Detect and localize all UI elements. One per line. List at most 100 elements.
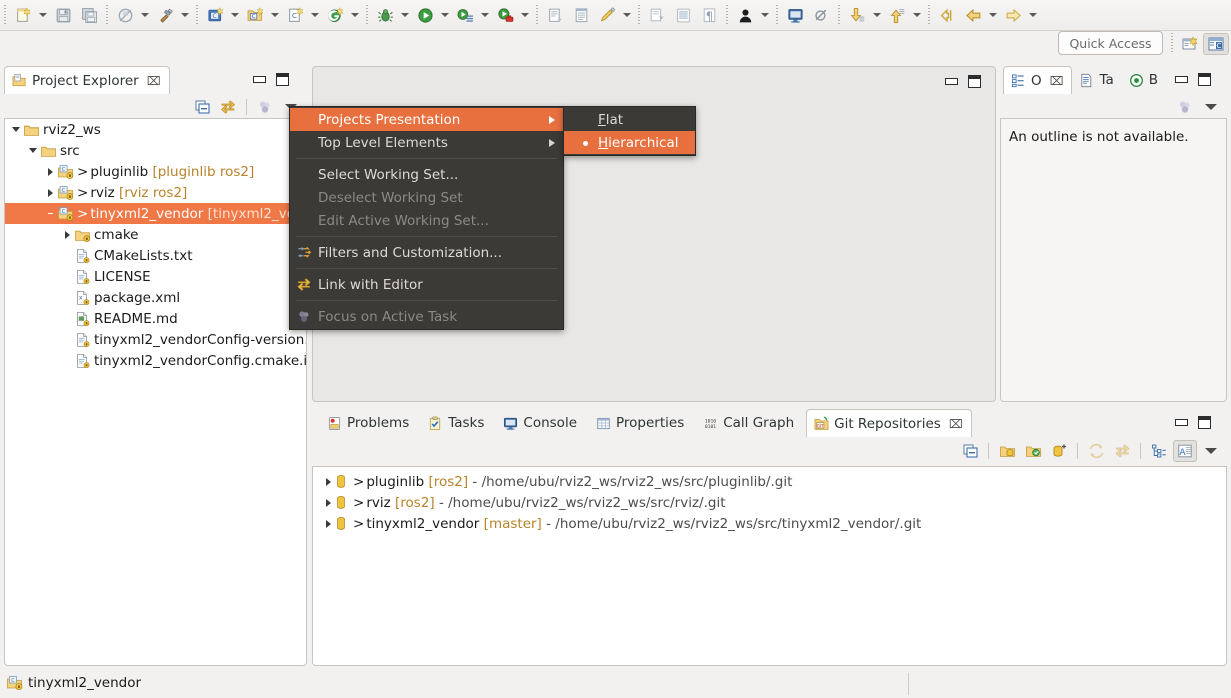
user-menu-dropdown-arrow[interactable]	[758, 2, 772, 28]
run-button[interactable]	[412, 2, 438, 28]
open-element-button[interactable]	[568, 2, 594, 28]
tab-properties[interactable]: Properties	[589, 409, 692, 437]
skip-breakpoints-button[interactable]	[808, 2, 834, 28]
new-wizard-dropdown-arrow[interactable]	[36, 2, 50, 28]
tree-item-tinyxml2-vendorconfig-cmake-in[interactable]: tinyxml2_vendorConfig.cmake.in	[5, 350, 306, 371]
quick-access-field[interactable]: Quick Access	[1058, 31, 1163, 55]
tab-o[interactable]: O ⌧	[1003, 66, 1073, 94]
maximize-icon[interactable]	[968, 75, 981, 88]
collapse-all-button[interactable]	[958, 440, 982, 462]
tab-call-graph[interactable]: 1010 0101 Call Graph	[696, 409, 802, 437]
back-button[interactable]	[960, 2, 986, 28]
run-external-tools-button[interactable]	[452, 2, 478, 28]
collapse-arrow-icon[interactable]	[43, 182, 57, 203]
tab-project-explorer[interactable]: Project Explorer ⌧	[4, 66, 170, 94]
build-hammer-dropdown-arrow[interactable]	[178, 2, 192, 28]
collapse-arrow-icon[interactable]	[321, 492, 335, 513]
run-dropdown-arrow[interactable]	[438, 2, 452, 28]
git-repository-row[interactable]: > pluginlib [ros2] - /home/ubu/rviz2_ws/r…	[313, 471, 1226, 492]
show-whitespace-button[interactable]: ¶	[696, 2, 722, 28]
forward-dropdown-arrow[interactable]	[1026, 2, 1040, 28]
focus-active-task-button[interactable]	[1173, 96, 1197, 118]
minimize-icon[interactable]	[253, 76, 266, 83]
back-dropdown-arrow[interactable]	[986, 2, 1000, 28]
clone-repository-button[interactable]	[1021, 440, 1045, 462]
cpp-perspective-button[interactable]: C	[1203, 33, 1229, 55]
refresh-button[interactable]	[1084, 440, 1108, 462]
create-repository-button[interactable]	[1047, 440, 1071, 462]
new-c-cpp-project-dropdown-arrow[interactable]	[228, 2, 242, 28]
project-explorer-tree[interactable]: rviz2_ws src C > pluginlib [pluginlib ros…	[4, 118, 307, 666]
collapse-arrow-icon[interactable]	[321, 513, 335, 534]
close-icon[interactable]: ⌧	[1050, 74, 1064, 88]
new-c-cpp-file-dropdown-arrow[interactable]	[308, 2, 322, 28]
previous-member-button[interactable]	[844, 2, 870, 28]
profile-dropdown-arrow[interactable]	[518, 2, 532, 28]
tree-item-tinyxml2-vendorconfig-version-cma[interactable]: tinyxml2_vendorConfig-version.cma	[5, 329, 306, 350]
link-with-selection-button[interactable]	[1110, 440, 1134, 462]
minimize-icon[interactable]	[945, 78, 958, 85]
profile-button[interactable]	[492, 2, 518, 28]
submenu-item-flat[interactable]: Flat	[564, 108, 695, 131]
menu-item-projects-presentation[interactable]: Projects Presentation	[290, 108, 563, 131]
submenu-item-hierarchical[interactable]: Hierarchical	[564, 131, 695, 154]
open-terminal-button[interactable]	[782, 2, 808, 28]
new-c-cpp-folder-button[interactable]: C	[242, 2, 268, 28]
tree-item-cmake[interactable]: cmake	[5, 224, 306, 245]
new-c-cpp-file-button[interactable]: C	[282, 2, 308, 28]
tab-console[interactable]: Console	[496, 409, 585, 437]
new-c-cpp-project-button[interactable]: C	[202, 2, 228, 28]
next-member-button[interactable]	[884, 2, 910, 28]
toggle-branch-label-button[interactable]: A	[1173, 440, 1197, 462]
link-with-editor-button[interactable]	[216, 96, 240, 118]
expand-arrow-icon[interactable]	[26, 140, 40, 161]
maximize-icon[interactable]	[276, 73, 289, 86]
build-all-dropdown-arrow[interactable]	[138, 2, 152, 28]
menu-item-link-with-editor[interactable]: Link with Editor	[290, 273, 563, 296]
new-git-project-dropdown-arrow[interactable]	[348, 2, 362, 28]
debug-dropdown-arrow[interactable]	[398, 2, 412, 28]
collapse-arrow-icon[interactable]	[60, 224, 74, 245]
menu-item-top-level-elements[interactable]: Top Level Elements	[290, 131, 563, 154]
back-to-button[interactable]	[934, 2, 960, 28]
collapse-all-button[interactable]	[190, 96, 214, 118]
forward-button[interactable]	[1000, 2, 1026, 28]
close-icon[interactable]: ⌧	[949, 417, 963, 431]
add-repository-button[interactable]	[995, 440, 1019, 462]
tab-tasks[interactable]: Tasks	[421, 409, 492, 437]
user-menu-button[interactable]	[732, 2, 758, 28]
expand-arrow-icon[interactable]	[9, 119, 23, 140]
view-menu-button[interactable]	[1199, 96, 1223, 118]
tree-item-pluginlib[interactable]: C > pluginlib [pluginlib ros2]	[5, 161, 306, 182]
tab-b[interactable]: B	[1122, 66, 1166, 94]
toggle-block-selection-button[interactable]	[670, 2, 696, 28]
build-all-button[interactable]	[112, 2, 138, 28]
git-repository-row[interactable]: > tinyxml2_vendor [master] - /home/ubu/rv…	[313, 513, 1226, 534]
tree-item-package-xml[interactable]: x package.xml	[5, 287, 306, 308]
tab-problems[interactable]: Problems	[320, 409, 417, 437]
projects-presentation-submenu[interactable]: Flat Hierarchical	[563, 106, 696, 156]
open-perspective-button[interactable]	[1177, 33, 1203, 55]
save-button[interactable]	[50, 2, 76, 28]
tree-item-readme-md[interactable]: README.md	[5, 308, 306, 329]
next-annotation-button[interactable]	[644, 2, 670, 28]
tree-item-tinyxml2-vendor[interactable]: C >tinyxml2_vendor [tinyxml2_vendo	[5, 203, 306, 224]
maximize-icon[interactable]	[1198, 73, 1211, 86]
open-type-button[interactable]	[542, 2, 568, 28]
collapse-arrow-icon[interactable]	[321, 471, 335, 492]
focus-active-task-button[interactable]	[253, 96, 277, 118]
twisty-placeholder[interactable]	[43, 203, 57, 224]
tree-item-license[interactable]: LICENSE	[5, 266, 306, 287]
menu-item-filters-and-customization[interactable]: Filters and Customization...	[290, 241, 563, 264]
new-wizard-button[interactable]	[10, 2, 36, 28]
minimize-icon[interactable]	[1175, 76, 1188, 83]
new-git-project-button[interactable]	[322, 2, 348, 28]
save-all-button[interactable]	[76, 2, 102, 28]
close-icon[interactable]: ⌧	[147, 74, 161, 88]
tab-git-repositories[interactable]: GIT Git Repositories ⌧	[806, 409, 972, 437]
git-repositories-list[interactable]: > pluginlib [ros2] - /home/ubu/rviz2_ws/r…	[312, 466, 1227, 666]
run-external-tools-dropdown-arrow[interactable]	[478, 2, 492, 28]
hierarchy-layout-button[interactable]	[1147, 440, 1171, 462]
tree-item-src[interactable]: src	[5, 140, 306, 161]
build-hammer-button[interactable]	[152, 2, 178, 28]
